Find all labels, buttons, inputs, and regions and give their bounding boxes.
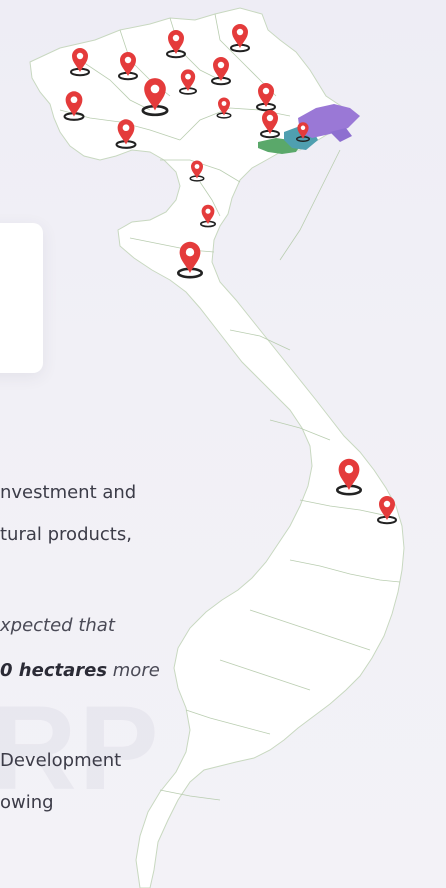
- bold-hectares: 0 hectares: [0, 660, 108, 681]
- text-line-5: Development: [0, 750, 122, 771]
- text-line-1: nvestment and: [0, 482, 137, 503]
- info-card: [0, 223, 43, 373]
- text-line-4: 0 hectares more: [0, 660, 160, 681]
- text-line-2: tural products,: [0, 524, 132, 545]
- text-line-6: owing: [0, 792, 54, 813]
- text-line-4-rest: more: [107, 660, 160, 681]
- watermark-text: RP: [0, 681, 161, 815]
- text-line-3: xpected that: [0, 615, 115, 636]
